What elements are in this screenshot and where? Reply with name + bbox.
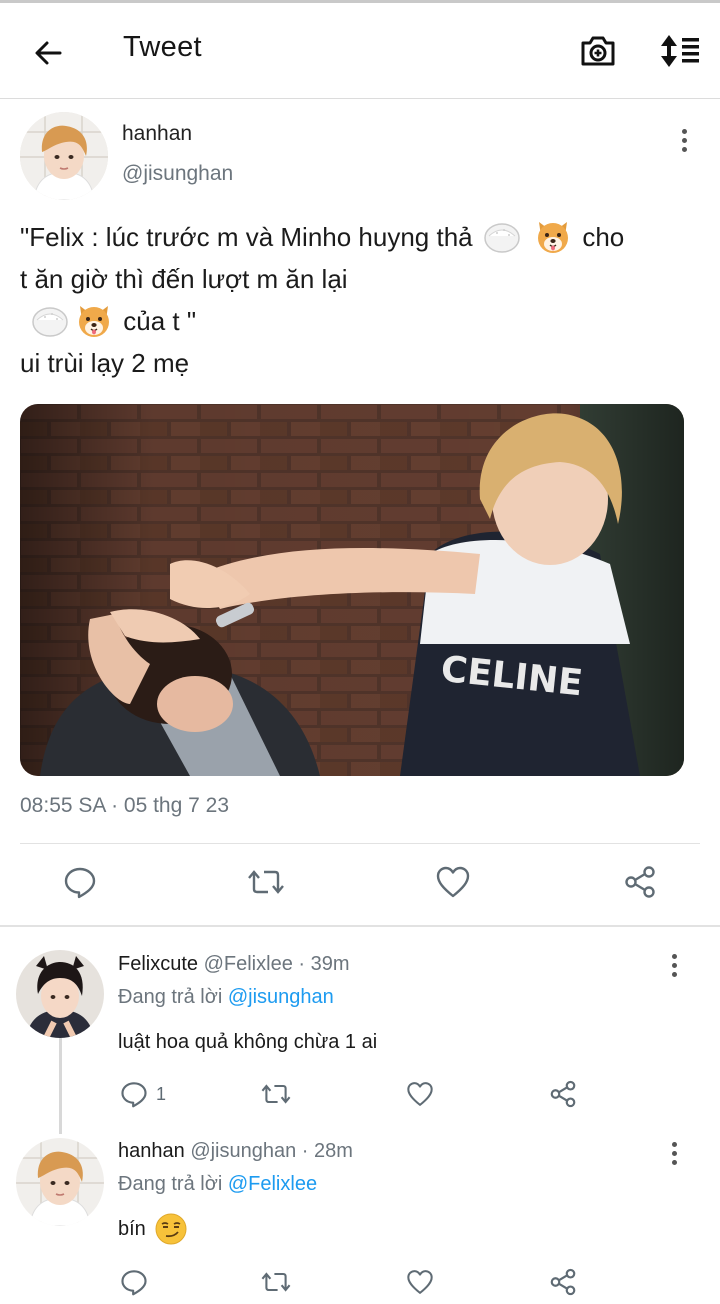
- tweet-more-button[interactable]: [674, 125, 694, 155]
- tweet-line-1: "Felix : lúc trước m và Minho huyng thả …: [20, 216, 710, 258]
- retweet-button[interactable]: [260, 1078, 292, 1110]
- tweet-text-segment: "Felix : lúc trước m và Minho huyng thả: [20, 222, 473, 252]
- reply-more-button[interactable]: [664, 1138, 684, 1168]
- reply-icon: [121, 1270, 147, 1296]
- sort-icon: [661, 35, 699, 67]
- like-button[interactable]: [406, 1266, 434, 1298]
- more-dot: [671, 1159, 677, 1165]
- share-icon: [625, 866, 655, 898]
- reply-handle-time: @jisunghan · 28m: [190, 1140, 353, 1162]
- divider: [0, 925, 720, 927]
- tweet-line-4: ui trùi lạy 2 mẹ: [20, 348, 190, 378]
- author-avatar[interactable]: [20, 112, 108, 200]
- reply-button[interactable]: [120, 1266, 148, 1298]
- tweet-text-segment: của t ": [123, 306, 197, 336]
- reply-icon: [121, 1082, 147, 1108]
- back-button[interactable]: [28, 33, 68, 73]
- retweet-button[interactable]: [260, 1266, 292, 1298]
- reply-more-button[interactable]: [664, 950, 684, 980]
- replying-to: Đang trả lời @jisunghan: [118, 986, 334, 1009]
- sort-button[interactable]: [656, 31, 702, 71]
- retweet-icon: [248, 870, 284, 894]
- reply-text: bín: [118, 1212, 188, 1246]
- reply-avatar[interactable]: [16, 950, 104, 1038]
- more-dot: [671, 971, 677, 977]
- heart-icon: [436, 866, 470, 898]
- reply-handle-time: @Felixlee · 39m: [203, 953, 350, 975]
- divider: [20, 843, 700, 844]
- tweet-text: "Felix : lúc trước m và Minho huyng thả …: [20, 216, 710, 384]
- like-button[interactable]: [406, 1078, 434, 1110]
- smirk-emoji: [155, 1213, 187, 1245]
- thread-connector: [59, 1038, 62, 1134]
- reply-header[interactable]: Felixcute @Felixlee · 39m: [118, 953, 350, 976]
- reply-button[interactable]: [60, 862, 100, 902]
- retweet-button[interactable]: [246, 862, 286, 902]
- like-button[interactable]: [433, 862, 473, 902]
- retweet-icon: [261, 1084, 291, 1104]
- more-dot: [681, 137, 687, 143]
- share-button[interactable]: [548, 1266, 578, 1298]
- rice-ball-emoji: [484, 223, 520, 253]
- mention-link[interactable]: @Felixlee: [228, 1173, 317, 1195]
- more-vertical-icon: [671, 953, 677, 959]
- reply-text-segment: bín: [118, 1217, 146, 1240]
- retweet-icon: [261, 1272, 291, 1292]
- rice-ball-emoji: [32, 307, 68, 337]
- replying-prefix: Đang trả lời: [118, 986, 223, 1008]
- tweet-line-2: t ăn giờ thì đến lượt m ăn lại: [20, 264, 348, 294]
- camera-button[interactable]: [578, 31, 618, 71]
- share-button[interactable]: [548, 1078, 578, 1110]
- reply-actions: [118, 1266, 598, 1298]
- more-vertical-icon: [671, 1141, 677, 1147]
- reply-author-name[interactable]: Felixcute: [118, 953, 198, 975]
- page-title: Tweet: [123, 31, 202, 63]
- tweet-photo[interactable]: CELINE: [20, 404, 684, 776]
- reply-author-name[interactable]: hanhan: [118, 1140, 185, 1162]
- share-icon: [550, 1268, 576, 1296]
- more-dot: [671, 962, 677, 968]
- reply-actions: 1: [118, 1078, 598, 1110]
- heart-icon: [407, 1270, 433, 1294]
- share-icon: [550, 1080, 576, 1108]
- share-button[interactable]: [620, 862, 660, 902]
- more-vertical-icon: [681, 128, 687, 134]
- tweet-line-3: của t ": [20, 300, 710, 342]
- reply-button[interactable]: 1: [120, 1078, 166, 1110]
- dog-face-emoji: [79, 306, 109, 338]
- more-dot: [671, 1150, 677, 1156]
- mention-link[interactable]: @jisunghan: [228, 986, 334, 1008]
- replying-to: Đang trả lời @Felixlee: [118, 1173, 317, 1196]
- reply-header[interactable]: hanhan @jisunghan · 28m: [118, 1140, 353, 1163]
- replying-prefix: Đang trả lời: [118, 1173, 223, 1195]
- tweet-timestamp: 08:55 SA · 05 thg 7 23: [20, 794, 229, 817]
- app-header: Tweet: [0, 3, 720, 99]
- reply-text: luật hoa quả không chừa 1 ai: [118, 1031, 378, 1053]
- reply-icon: [64, 867, 96, 899]
- reply-avatar[interactable]: [16, 1138, 104, 1226]
- author-handle[interactable]: @jisunghan: [122, 162, 233, 186]
- heart-icon: [407, 1082, 433, 1106]
- arrow-left-icon: [35, 41, 62, 65]
- reply-count: 1: [156, 1083, 167, 1104]
- camera-add-icon: [581, 36, 615, 66]
- more-dot: [681, 146, 687, 152]
- author-name[interactable]: hanhan: [122, 122, 192, 146]
- tweet-text-segment: cho: [582, 222, 625, 252]
- dog-face-emoji: [538, 222, 569, 254]
- tweet-actions: [0, 862, 720, 908]
